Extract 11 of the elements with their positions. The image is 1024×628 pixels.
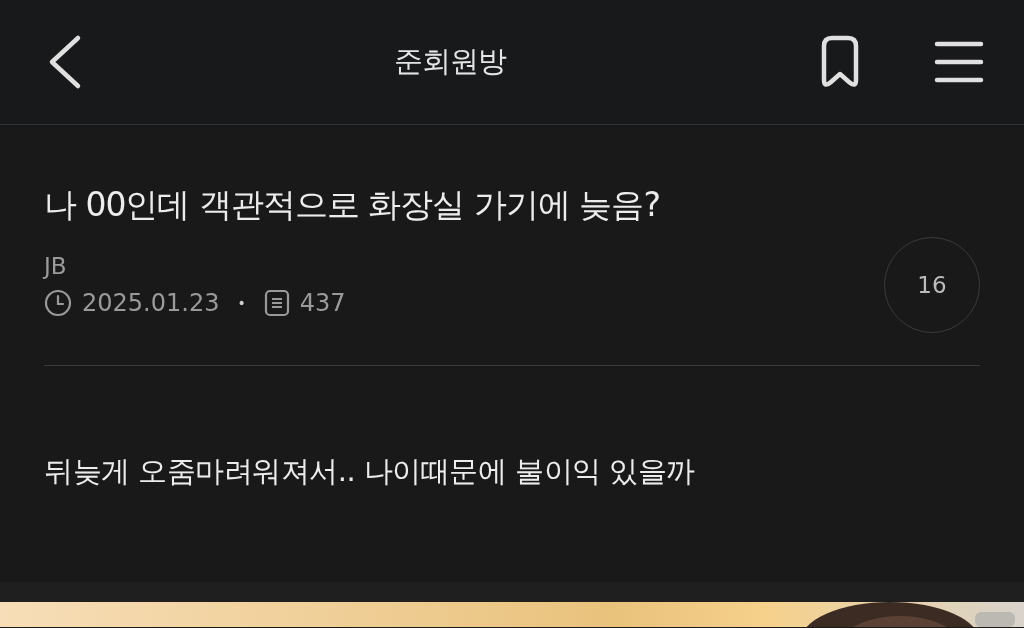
document-icon [263, 289, 290, 317]
room-title: 준회원방 [393, 43, 508, 80]
menu-icon [934, 40, 984, 84]
post-date: 2025.01.23 [82, 289, 220, 317]
view-count: 437 [299, 289, 346, 317]
clock-icon [44, 289, 72, 317]
post-title: 나 00인데 객관적으로 화장실 가기에 늦음? [44, 185, 661, 225]
author-name: JB [44, 253, 68, 279]
post-body: 뒤늦게 오줌마려워져서.. 나이때문에 불이익 있을까 [44, 453, 696, 490]
separator-dot: • [237, 295, 246, 311]
menu-button[interactable] [934, 40, 984, 84]
